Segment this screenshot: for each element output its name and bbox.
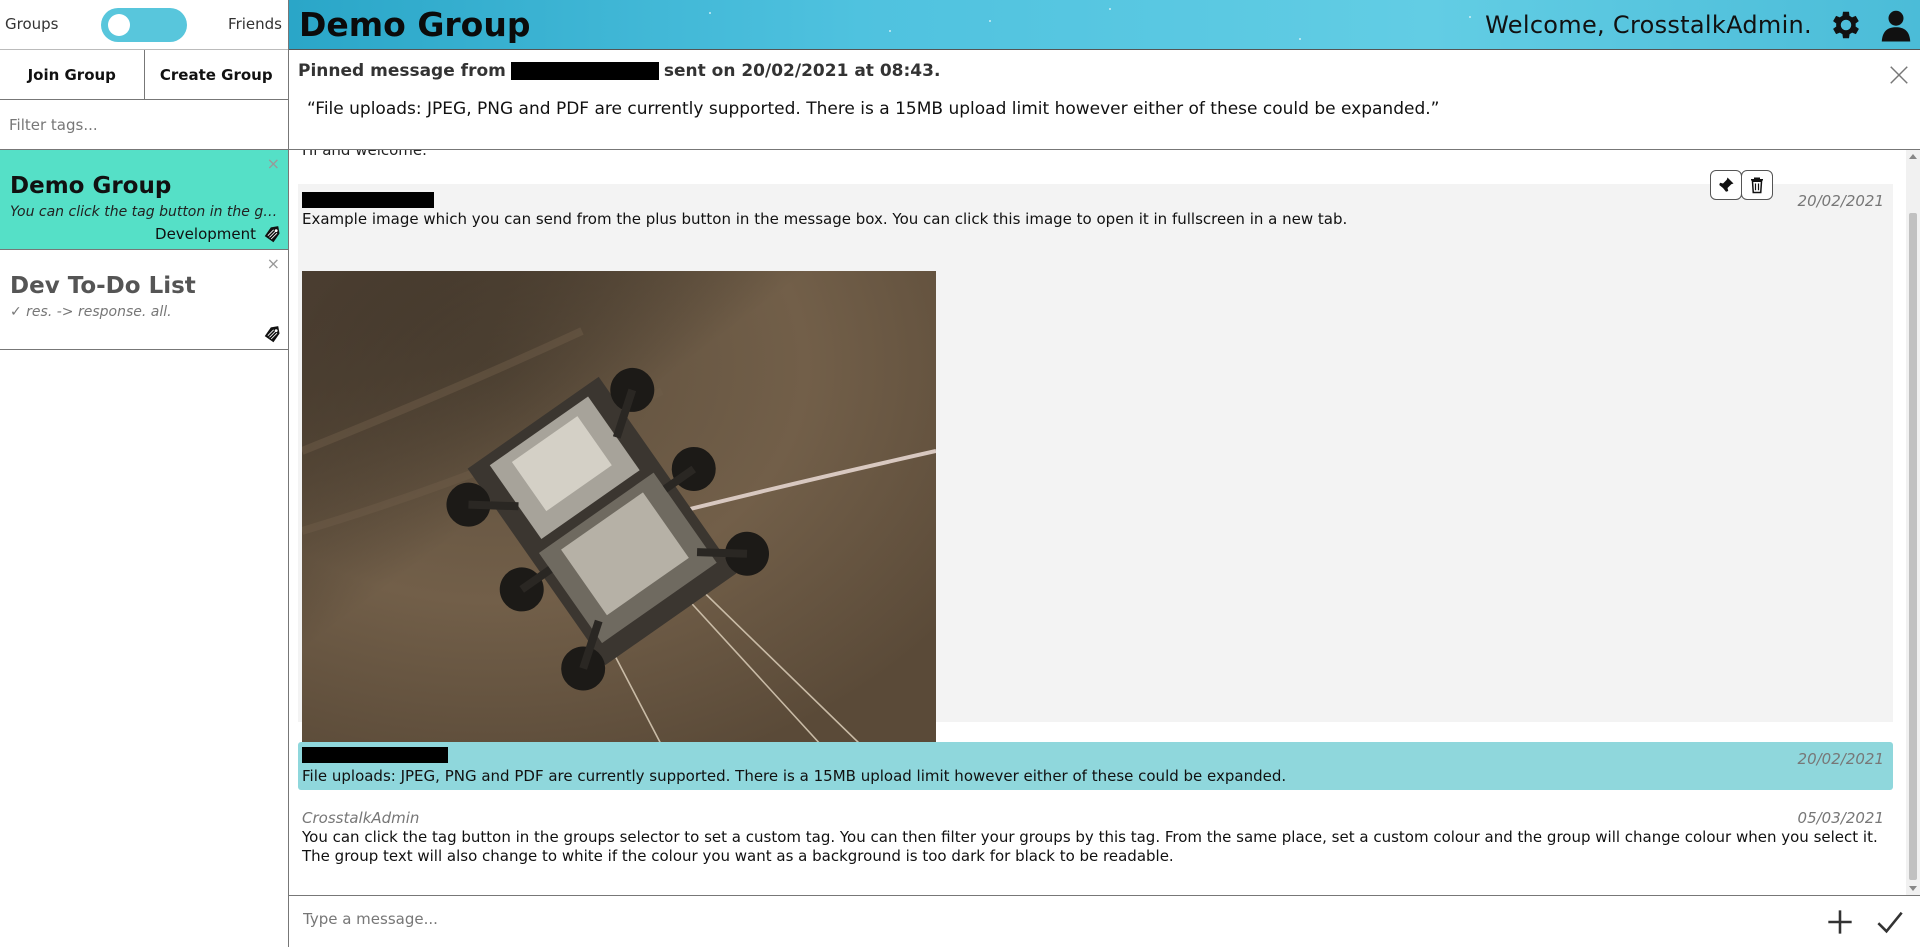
rover-image[interactable] xyxy=(302,271,936,746)
message-list[interactable]: Hi and welcome. 20/02/2021 Example image… xyxy=(289,150,1920,895)
group-preview: ✓ res. -> response. all. xyxy=(10,304,172,320)
message-item-pinned: 20/02/2021 File uploads: JPEG, PNG and P… xyxy=(298,742,1893,790)
welcome-text: Welcome, CrosstalkAdmin. xyxy=(1485,11,1812,39)
message-date: 20/02/2021 xyxy=(1797,750,1884,768)
group-item-dev-todo-list[interactable]: × Dev To-Do List ✓ res. -> response. all… xyxy=(0,250,288,350)
group-action-buttons: Join Group Create Group xyxy=(0,50,288,100)
message-text: You can click the tag button in the grou… xyxy=(302,828,1878,865)
filter-tags-input[interactable] xyxy=(9,115,269,134)
close-icon[interactable]: × xyxy=(267,254,280,273)
gear-icon[interactable] xyxy=(1828,7,1864,43)
close-icon[interactable]: × xyxy=(267,154,280,173)
message-text: Example image which you can send from th… xyxy=(302,210,1348,228)
redacted-author xyxy=(302,192,434,208)
header-star xyxy=(1109,8,1111,10)
header-star xyxy=(709,12,711,14)
groups-label: Groups xyxy=(5,15,59,33)
pinned-header: Pinned message from sent on 20/02/2021 a… xyxy=(298,61,940,81)
group-title: Demo Group xyxy=(10,173,172,199)
message-scrollbar[interactable] xyxy=(1906,150,1920,895)
scroll-up-icon[interactable] xyxy=(1909,154,1917,159)
message-item: 20/02/2021 Example image which you can s… xyxy=(298,170,1893,746)
redacted-author xyxy=(302,747,448,763)
pin-button[interactable] xyxy=(1710,170,1742,200)
partial-message-text: Hi and welcome. xyxy=(302,150,427,159)
user-icon[interactable] xyxy=(1878,7,1914,43)
pinned-body: “File uploads: JPEG, PNG and PDF are cur… xyxy=(307,99,1440,119)
join-group-button[interactable]: Join Group xyxy=(0,50,144,99)
switch-knob xyxy=(108,14,130,36)
scroll-down-icon[interactable] xyxy=(1909,886,1917,891)
header-star xyxy=(1469,16,1471,18)
scrollbar-thumb[interactable] xyxy=(1909,213,1917,880)
message-actions xyxy=(1710,170,1773,200)
friends-label: Friends xyxy=(228,15,282,33)
group-title: Dev To-Do List xyxy=(10,273,196,299)
message-date: 05/03/2021 xyxy=(1797,809,1884,827)
tag-icon[interactable] xyxy=(262,324,282,344)
close-icon[interactable] xyxy=(1888,64,1910,86)
message-composer xyxy=(289,895,1920,947)
message-author: CrosstalkAdmin xyxy=(302,809,420,827)
group-preview: You can click the tag button in the grou… xyxy=(10,204,280,220)
header-star xyxy=(889,30,891,32)
plus-icon[interactable] xyxy=(1826,908,1854,936)
group-sidebar: Groups Friends Join Group Create Group ×… xyxy=(0,0,289,947)
page-title: Demo Group xyxy=(299,5,531,44)
trash-icon xyxy=(1751,177,1763,194)
create-group-button[interactable]: Create Group xyxy=(143,50,289,99)
checkmark-icon[interactable] xyxy=(1876,908,1904,936)
header-star xyxy=(989,20,991,22)
filter-tags-row xyxy=(0,100,288,150)
group-tag-label: Development xyxy=(155,225,256,243)
delete-button[interactable] xyxy=(1741,170,1773,200)
pin-icon xyxy=(1719,177,1734,192)
redacted-author xyxy=(510,62,659,80)
tag-icon[interactable] xyxy=(262,224,282,244)
message-text: File uploads: JPEG, PNG and PDF are curr… xyxy=(302,767,1287,785)
header-star xyxy=(1299,38,1301,40)
pinned-prefix: Pinned message from xyxy=(298,61,506,81)
groups-friends-switch[interactable] xyxy=(101,8,187,42)
groups-friends-toggle-row: Groups Friends xyxy=(0,0,288,50)
message-date: 20/02/2021 xyxy=(1797,192,1884,210)
pinned-message-banner: Pinned message from sent on 20/02/2021 a… xyxy=(289,50,1920,150)
chat-header: Demo Group Welcome, CrosstalkAdmin. xyxy=(289,0,1920,50)
group-item-demo-group[interactable]: × Demo Group You can click the tag butto… xyxy=(0,150,288,250)
message-input[interactable] xyxy=(303,910,1803,928)
pinned-suffix: sent on 20/02/2021 at 08:43. xyxy=(663,61,941,81)
message-item: CrosstalkAdmin 05/03/2021 You can click … xyxy=(298,806,1893,886)
